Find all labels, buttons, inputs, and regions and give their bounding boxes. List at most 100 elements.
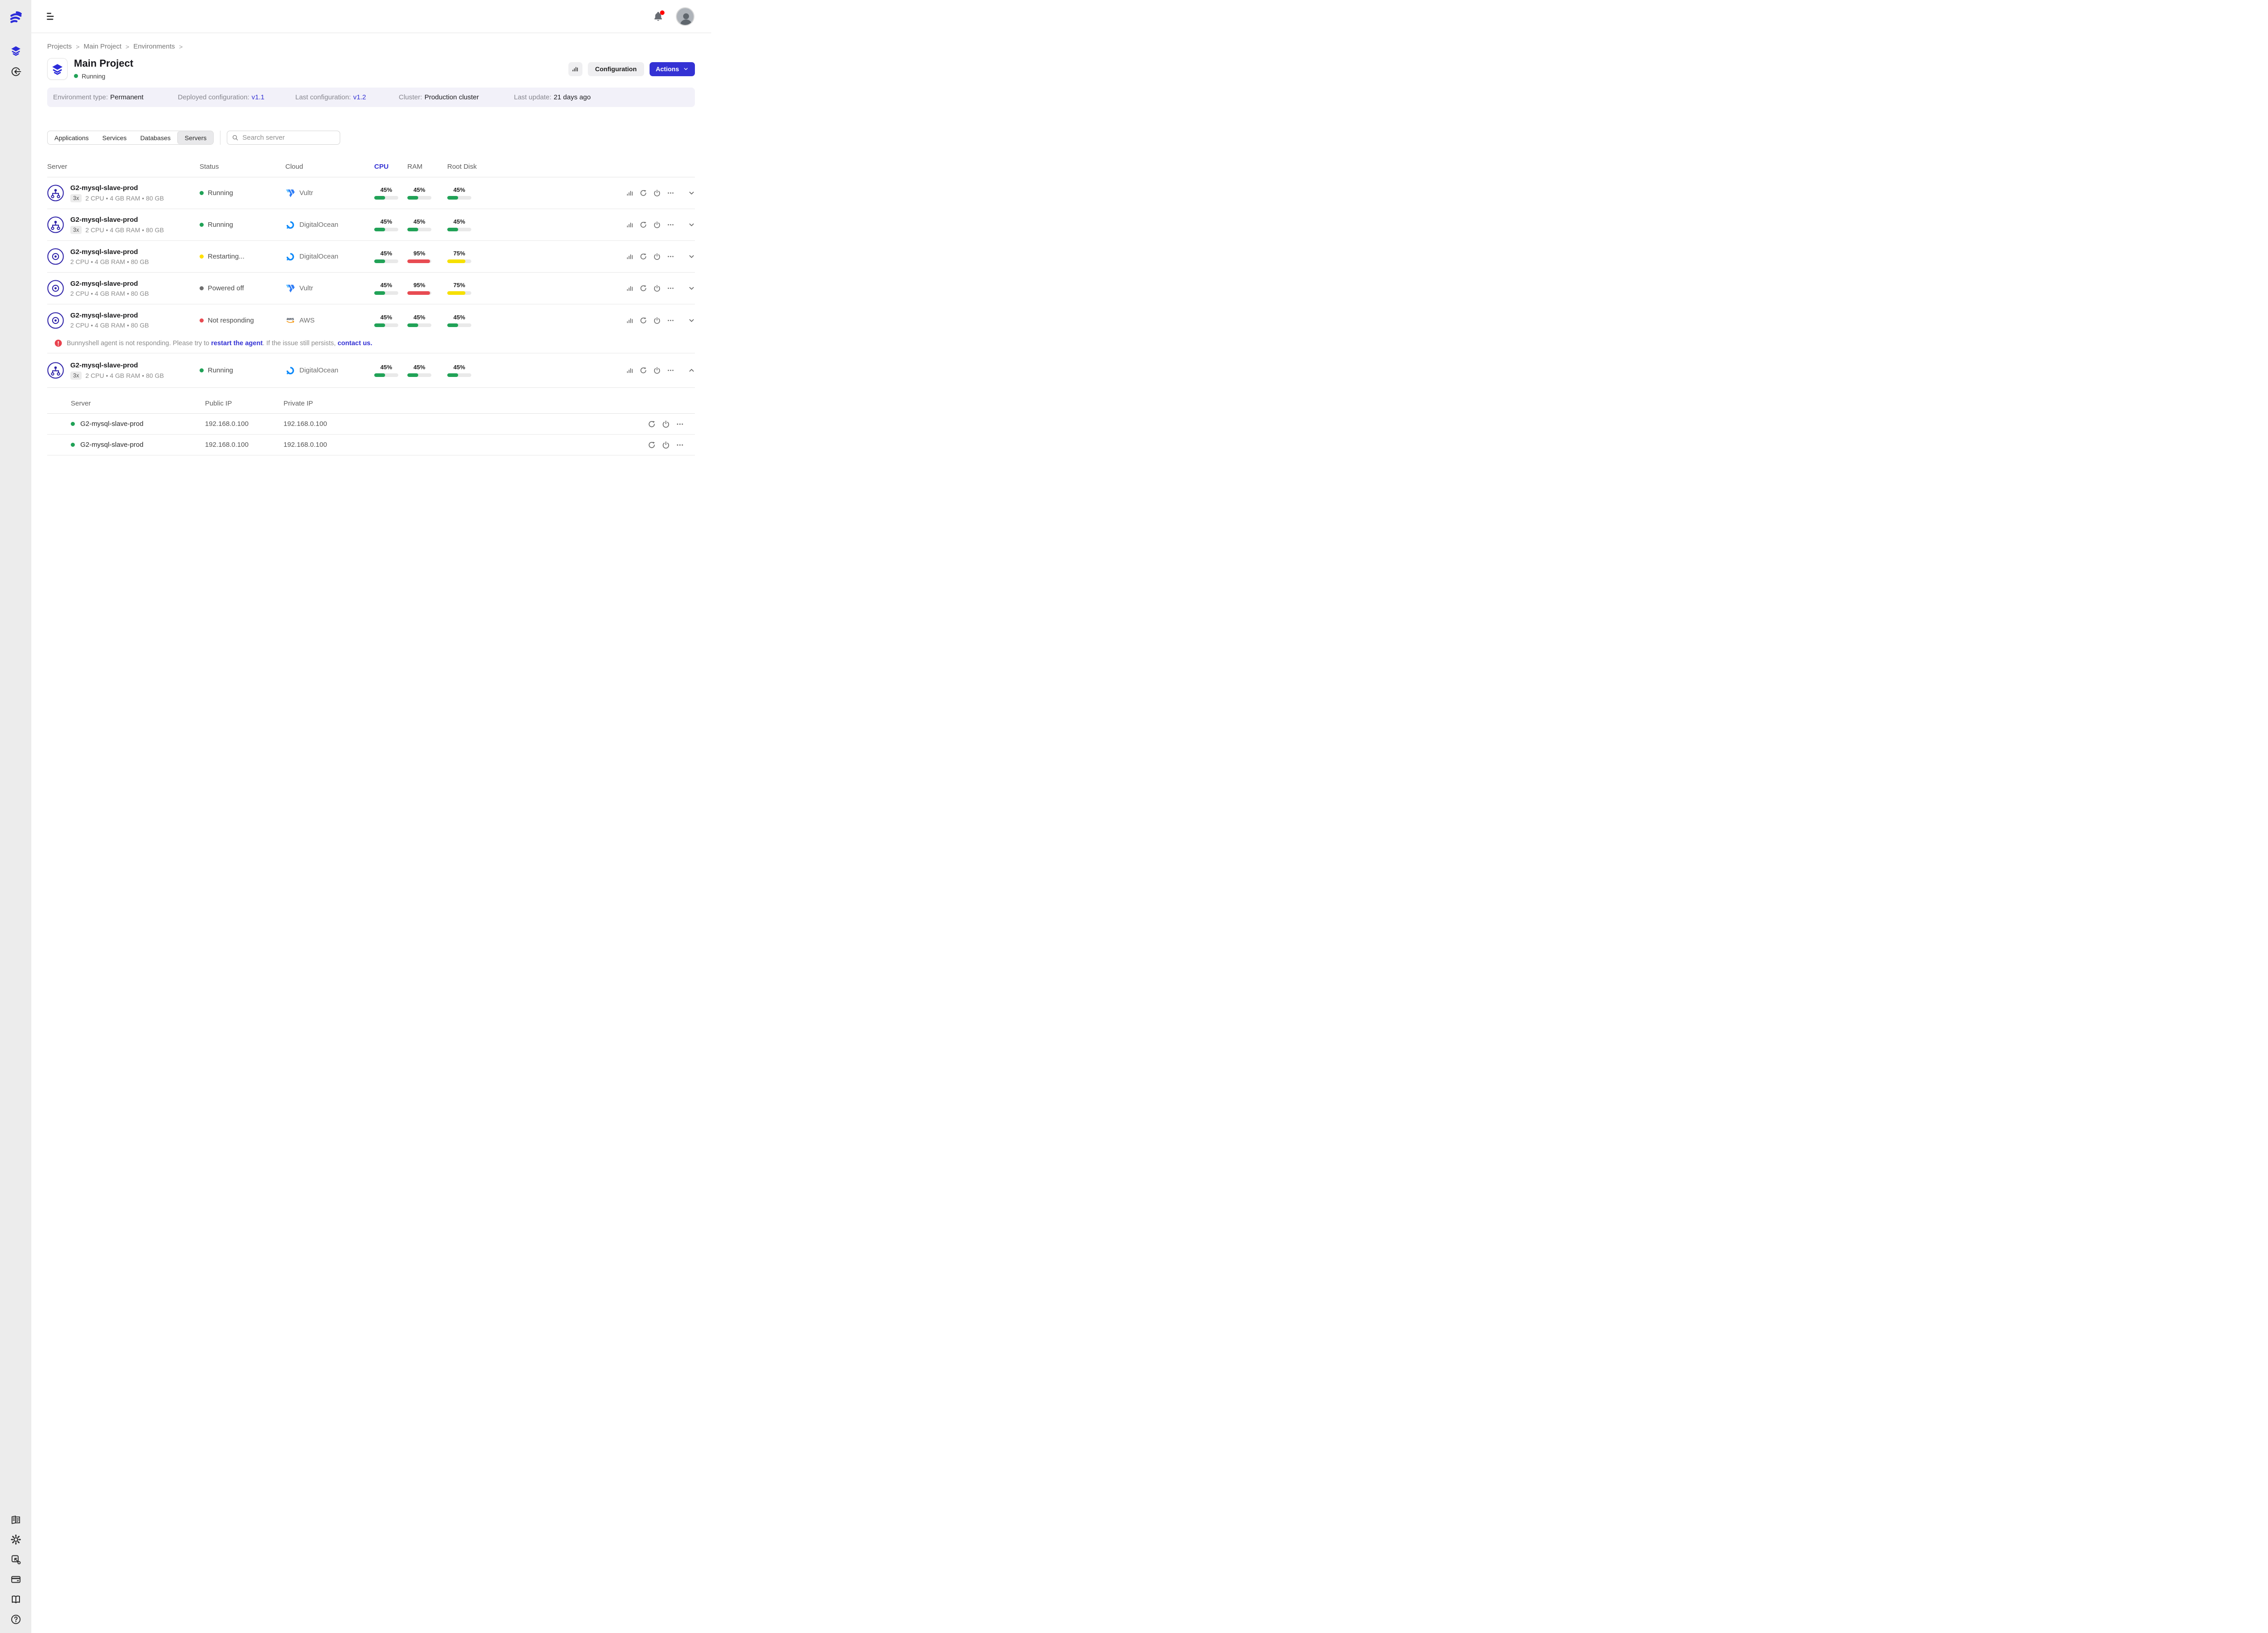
page-header: Main Project Running Configuration Actio… (47, 58, 695, 80)
bar-chart-icon (572, 65, 579, 73)
sidebar-item-exit-icon[interactable] (10, 66, 21, 77)
status-label: Running (208, 221, 233, 229)
row-metrics-icon[interactable] (626, 316, 634, 325)
row-power-icon[interactable] (662, 441, 670, 449)
server-specs: 2 CPU • 4 GB RAM • 80 GB (85, 372, 164, 379)
column-cpu[interactable]: CPU (374, 163, 407, 171)
alert-link[interactable]: restart the agent (211, 340, 263, 347)
layers-icon (51, 63, 64, 75)
row-restart-icon[interactable] (640, 284, 647, 293)
server-specs: 2 CPU • 4 GB RAM • 80 GB (85, 195, 164, 202)
row-more-icon[interactable] (667, 252, 675, 261)
disk-metric: 45% (447, 218, 471, 231)
tab-services[interactable]: Services (96, 131, 134, 144)
row-power-icon[interactable] (662, 420, 670, 428)
row-metrics-icon[interactable] (626, 189, 634, 197)
disk-metric: 75% (447, 282, 471, 295)
cloud-logo (285, 315, 295, 325)
row-expand-chevron[interactable] (688, 189, 695, 197)
row-more-icon[interactable] (667, 316, 675, 325)
expanded-details: Server Public IP Private IP G2-mysql-sla… (47, 388, 695, 455)
row-more-icon[interactable] (676, 441, 684, 449)
cpu-value: 45% (374, 186, 398, 193)
status-dot (71, 443, 75, 447)
settings-gear-icon[interactable] (10, 1534, 21, 1545)
last-configuration-link[interactable]: v1.2 (353, 93, 366, 101)
row-more-icon[interactable] (667, 220, 675, 229)
row-power-icon[interactable] (653, 284, 661, 293)
cpu-value: 45% (374, 250, 398, 257)
notification-badge (660, 10, 665, 15)
row-power-icon[interactable] (653, 366, 661, 375)
row-expand-chevron[interactable] (688, 221, 695, 229)
row-restart-icon[interactable] (640, 220, 647, 229)
share-screen-icon[interactable] (10, 1554, 21, 1565)
breadcrumb-environments[interactable]: Environments (133, 43, 175, 50)
table-row: G2-mysql-slave-prod 3x 2 CPU • 4 GB RAM … (47, 353, 695, 388)
column-root-disk[interactable]: Root Disk (447, 163, 502, 171)
row-restart-icon[interactable] (640, 316, 647, 325)
environment-status: Running (82, 73, 105, 80)
row-power-icon[interactable] (653, 316, 661, 325)
configuration-button[interactable]: Configuration (588, 62, 644, 76)
row-more-icon[interactable] (676, 420, 684, 428)
row-restart-icon[interactable] (640, 189, 647, 197)
row-metrics-icon[interactable] (626, 252, 634, 261)
user-avatar[interactable] (676, 7, 694, 26)
cpu-value: 45% (374, 314, 398, 321)
row-metrics-icon[interactable] (626, 220, 634, 229)
row-restart-icon[interactable] (648, 441, 656, 449)
status-dot (71, 422, 75, 426)
docs-book-icon[interactable] (10, 1594, 21, 1605)
column-cloud[interactable]: Cloud (285, 163, 374, 171)
row-metrics-icon[interactable] (626, 284, 634, 293)
menu-icon[interactable] (45, 10, 57, 22)
cloud-name: DigitalOcean (299, 221, 338, 229)
disk-metric: 45% (447, 314, 471, 327)
cloud-name: Vultr (299, 284, 313, 292)
public-ip: 192.168.0.100 (205, 441, 284, 449)
ram-value: 45% (407, 186, 431, 193)
breadcrumb-projects[interactable]: Projects (47, 43, 72, 50)
info-value: Production cluster (425, 93, 479, 101)
row-restart-icon[interactable] (648, 420, 656, 428)
breadcrumb-main-project[interactable]: Main Project (83, 43, 121, 50)
row-expand-chevron[interactable] (688, 317, 695, 324)
row-expand-chevron[interactable] (688, 284, 695, 292)
row-power-icon[interactable] (653, 189, 661, 197)
column-status[interactable]: Status (200, 163, 285, 171)
row-power-icon[interactable] (653, 252, 661, 261)
cloud-name: DigitalOcean (299, 253, 338, 260)
row-more-icon[interactable] (667, 284, 675, 293)
sidebar (0, 0, 31, 1633)
server-specs: 2 CPU • 4 GB RAM • 80 GB (70, 322, 149, 329)
row-expand-chevron[interactable] (688, 367, 695, 374)
row-restart-icon[interactable] (640, 366, 647, 375)
multiplier-badge: 3x (70, 194, 82, 202)
column-server[interactable]: Server (47, 163, 200, 171)
row-more-icon[interactable] (667, 366, 675, 375)
tab-servers[interactable]: Servers (177, 131, 213, 144)
metrics-chart-button[interactable] (568, 62, 582, 76)
search-input[interactable] (242, 134, 335, 142)
notification-bell-icon[interactable] (652, 10, 664, 22)
status-dot (200, 191, 204, 195)
deployed-configuration-link[interactable]: v1.1 (252, 93, 264, 101)
row-restart-icon[interactable] (640, 252, 647, 261)
table-row: G2-mysql-slave-prod 3x 2 CPU • 4 GB RAM … (47, 177, 695, 209)
cloud-logo (285, 188, 295, 198)
billing-card-icon[interactable] (10, 1574, 21, 1585)
row-power-icon[interactable] (653, 220, 661, 229)
tab-applications[interactable]: Applications (48, 131, 96, 144)
help-icon[interactable] (10, 1614, 21, 1625)
column-ram[interactable]: RAM (407, 163, 447, 171)
tab-databases[interactable]: Databases (133, 131, 177, 144)
actions-button[interactable]: Actions (650, 62, 695, 76)
organization-icon[interactable] (10, 1514, 21, 1525)
ram-value: 95% (407, 282, 431, 288)
row-more-icon[interactable] (667, 189, 675, 197)
sidebar-item-environments[interactable] (10, 45, 21, 56)
row-metrics-icon[interactable] (626, 366, 634, 375)
alert-link[interactable]: contact us. (337, 340, 372, 347)
row-expand-chevron[interactable] (688, 253, 695, 260)
